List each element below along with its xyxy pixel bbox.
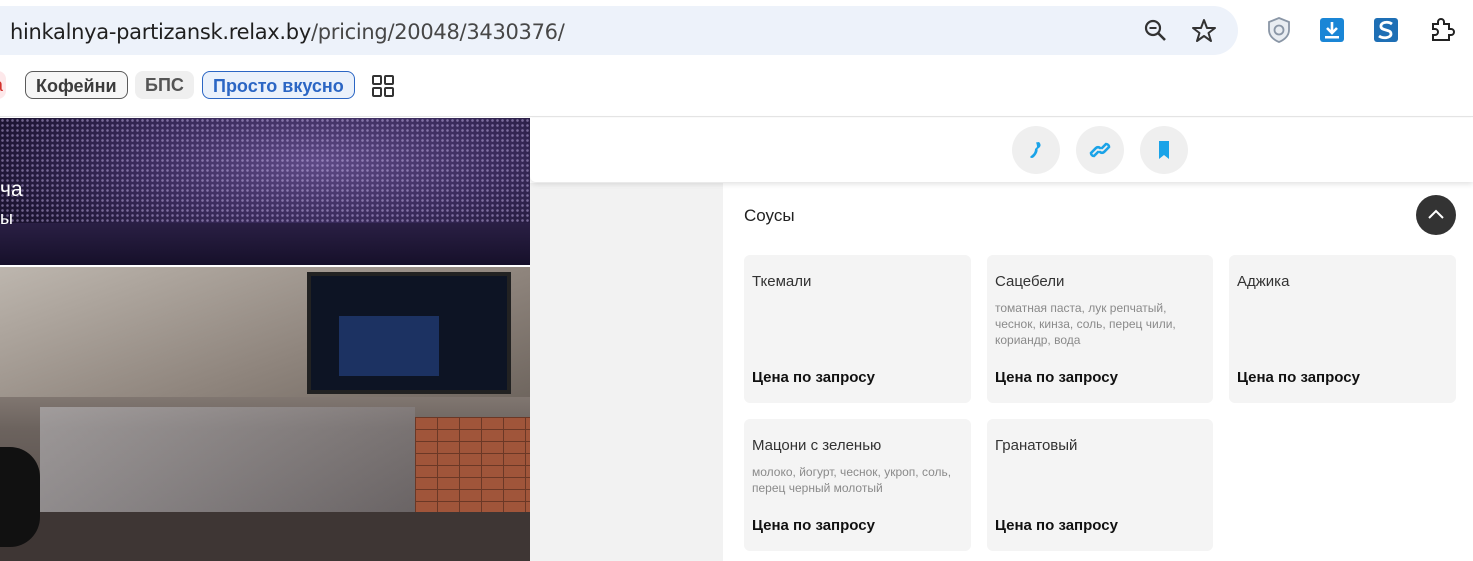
item-name: Ткемали: [752, 273, 812, 290]
bookmark-star-icon[interactable]: [1191, 18, 1217, 44]
url-text[interactable]: hinkalnya-partizansk.relax.by/pricing/20…: [10, 20, 565, 44]
item-name: Мацони с зеленью: [752, 437, 882, 454]
item-price: Цена по запросу: [752, 369, 875, 386]
action-bar: [530, 118, 1473, 182]
url-path: /pricing/20048/3430376/: [310, 20, 565, 44]
collapse-button[interactable]: [1416, 195, 1456, 235]
item-name: Гранатовый: [995, 437, 1078, 454]
item-name: Аджика: [1237, 273, 1290, 290]
menu-item-card[interactable]: Мацони с зеленью молоко, йогурт, чеснок,…: [744, 419, 971, 551]
link-button[interactable]: [1076, 126, 1124, 174]
venue-photo-interior[interactable]: [0, 267, 530, 561]
address-bar[interactable]: hinkalnya-partizansk.relax.by/pricing/20…: [0, 6, 1238, 55]
chip-bps[interactable]: БПС: [135, 71, 194, 99]
photo-tv: [307, 272, 511, 394]
item-price: Цена по запросу: [995, 369, 1118, 386]
chip-partial[interactable]: а: [0, 71, 6, 99]
grid-icon[interactable]: [371, 74, 395, 98]
item-price: Цена по запросу: [995, 517, 1118, 534]
url-host: hinkalnya-partizansk.relax.by: [10, 20, 311, 44]
photo-tire: [0, 447, 40, 547]
shield-extension-icon[interactable]: [1265, 16, 1293, 44]
menu-item-card[interactable]: Аджика Цена по запросу: [1229, 255, 1456, 403]
item-description: молоко, йогурт, чеснок, укроп, соль, пер…: [752, 465, 952, 495]
photo-floor: [0, 223, 530, 265]
sequin-wall: [0, 118, 530, 223]
browser-toolbar: hinkalnya-partizansk.relax.by/pricing/20…: [0, 0, 1473, 62]
side-gutter: [530, 183, 723, 561]
s-extension-icon[interactable]: [1372, 16, 1400, 44]
photo-glass-partition: [40, 407, 415, 517]
menu-item-card[interactable]: Сацебели томатная паста, лук репчатый, ч…: [987, 255, 1213, 403]
section-title: Соусы: [744, 206, 795, 225]
zoom-icon[interactable]: [1143, 18, 1169, 44]
item-description: томатная паста, лук репчатый, чеснок, ки…: [995, 301, 1176, 347]
photo-caption-line1: ча: [0, 178, 23, 201]
extensions-puzzle-icon[interactable]: [1428, 16, 1456, 44]
menu-item-card[interactable]: Ткемали Цена по запросу: [744, 255, 971, 403]
phone-button[interactable]: [1012, 126, 1060, 174]
item-price: Цена по запросу: [1237, 369, 1360, 386]
photo-caption-line2: ы: [0, 208, 13, 228]
venue-photo-hall[interactable]: ча ы: [0, 118, 530, 265]
item-price: Цена по запросу: [752, 517, 875, 534]
category-chip-bar: а Кофейни БПС Просто вкусно: [0, 62, 1473, 117]
chip-just-tasty[interactable]: Просто вкусно: [202, 71, 355, 99]
chip-coffee-shops[interactable]: Кофейни: [25, 71, 128, 99]
photo-floor: [0, 512, 530, 561]
download-extension-icon[interactable]: [1318, 16, 1346, 44]
item-name: Сацебели: [995, 273, 1065, 290]
menu-item-card[interactable]: Гранатовый Цена по запросу: [987, 419, 1213, 551]
save-button[interactable]: [1140, 126, 1188, 174]
